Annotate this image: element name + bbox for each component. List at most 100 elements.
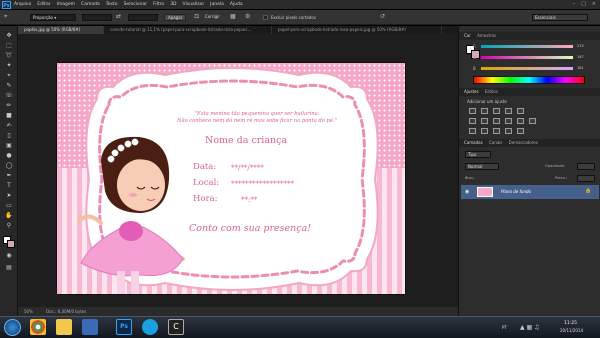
fill-field[interactable] <box>577 175 595 182</box>
history-brush-icon[interactable]: ✍ <box>4 122 14 130</box>
tray-icons[interactable]: ▲ ▦ ♫ <box>520 324 539 331</box>
visibility-eye-icon[interactable]: ◉ <box>465 189 469 195</box>
language-indicator[interactable]: PT <box>502 325 507 330</box>
photoshop-taskbar-icon[interactable]: Ps <box>116 319 132 335</box>
blue-slider[interactable] <box>481 67 573 70</box>
menu-3d[interactable]: 3D <box>170 2 176 7</box>
height-field[interactable] <box>128 14 158 21</box>
selective-color-icon[interactable] <box>505 128 512 134</box>
blue-value[interactable]: 181 <box>577 66 584 70</box>
tab-color[interactable]: Cor <box>464 33 471 38</box>
menu-filter[interactable]: Filtro <box>153 2 164 7</box>
color-ramp[interactable] <box>473 76 585 84</box>
close-icon[interactable]: × <box>592 1 596 7</box>
zoom-icon[interactable]: ⚲ <box>4 222 14 230</box>
crop-icon[interactable]: ⌖ <box>4 72 14 80</box>
clone-stamp-icon[interactable]: ■ <box>4 112 14 120</box>
tab-swatches[interactable]: Amostras <box>477 33 496 38</box>
clock-time[interactable]: 11:25 <box>564 321 577 326</box>
gradient-map-icon[interactable] <box>517 128 524 134</box>
layer-kind-filter[interactable]: Tipo <box>465 151 491 158</box>
eraser-icon[interactable]: ▯ <box>4 132 14 140</box>
blur-icon[interactable]: ● <box>4 152 14 160</box>
width-field[interactable] <box>82 14 112 21</box>
type-tool-icon[interactable]: T <box>4 182 14 190</box>
move-tool-icon[interactable]: ✥ <box>4 32 14 40</box>
maximize-icon[interactable]: □ <box>581 1 586 7</box>
zoom-level[interactable]: 50% <box>24 309 33 314</box>
photo-filter-icon[interactable] <box>505 118 512 124</box>
levels-icon[interactable] <box>481 108 488 114</box>
color-balance-icon[interactable] <box>481 118 488 124</box>
clear-button[interactable]: Apagar <box>164 14 187 21</box>
layer-name[interactable]: Plano de fundo <box>501 189 531 194</box>
tab-channels[interactable]: Canais <box>489 140 502 145</box>
settings-gear-icon[interactable]: ⚙ <box>245 13 250 20</box>
menu-view[interactable]: Visualizar <box>183 2 205 7</box>
tab-convite-tutorial[interactable]: convite-tutorial @ 11,1% (papel-para-scr… <box>104 26 272 34</box>
hue-saturation-icon[interactable] <box>469 118 476 124</box>
minimize-icon[interactable]: – <box>573 1 576 7</box>
menu-layer[interactable]: Camada <box>81 2 100 7</box>
tab-papeis[interactable]: papéis.jpg @ 50% (RGB/8#) <box>18 26 104 34</box>
eyedropper-icon[interactable]: ✎ <box>4 82 14 90</box>
red-value[interactable]: 215 <box>577 44 584 48</box>
green-slider[interactable] <box>481 56 573 59</box>
layer-row-background[interactable]: ◉ Plano de fundo 🔒 <box>461 185 599 199</box>
tab-adjustments[interactable]: Ajustes <box>464 89 479 94</box>
screen-mode-icon[interactable]: ▤ <box>4 264 14 272</box>
reset-icon[interactable]: ↺ <box>380 13 385 20</box>
red-slider[interactable] <box>481 45 573 48</box>
menu-help[interactable]: Ajuda <box>230 2 243 7</box>
threshold-icon[interactable] <box>493 128 500 134</box>
channel-mixer-icon[interactable] <box>517 118 524 124</box>
menu-type[interactable]: Texto <box>106 2 118 7</box>
menu-file[interactable]: Arquivo <box>14 2 31 7</box>
background-color-swatch[interactable] <box>7 240 15 248</box>
file-explorer-icon[interactable] <box>56 319 72 335</box>
swap-icon[interactable]: ⇄ <box>116 13 121 20</box>
exposure-icon[interactable] <box>505 108 512 114</box>
start-button-icon[interactable] <box>4 319 21 336</box>
crop-tool-icon[interactable]: ⌖ <box>4 13 7 21</box>
document-canvas[interactable]: "Esta menina tão pequenina quer ser bail… <box>56 62 406 295</box>
menu-edit[interactable]: Editar <box>37 2 50 7</box>
dodge-icon[interactable]: ◯ <box>4 162 14 170</box>
chrome-icon[interactable] <box>30 319 46 335</box>
gradient-icon[interactable]: ▣ <box>4 142 14 150</box>
opacity-field[interactable] <box>577 163 595 170</box>
tab-papel-scrapbook[interactable]: papel-para-scrapbook-listrado-rosa-papei… <box>272 26 442 34</box>
blend-mode-select[interactable]: Normal <box>465 163 499 170</box>
brightness-icon[interactable] <box>469 108 476 114</box>
lasso-tool-icon[interactable]: ➰ <box>4 52 14 60</box>
skype-icon[interactable] <box>142 319 158 335</box>
workspace-select[interactable]: Essenciais <box>532 14 588 21</box>
healing-brush-icon[interactable]: ☏ <box>4 92 14 100</box>
menu-select[interactable]: Selecionar <box>124 2 148 7</box>
tab-styles[interactable]: Estilos <box>485 89 498 94</box>
marquee-tool-icon[interactable]: ⬚ <box>4 42 14 50</box>
camtasia-icon[interactable]: C <box>168 319 184 335</box>
pen-icon[interactable]: ✒ <box>4 172 14 180</box>
brush-icon[interactable]: ✏ <box>4 102 14 110</box>
aspect-ratio-select[interactable]: Proporção ▾ <box>30 14 76 21</box>
shape-icon[interactable]: ▭ <box>4 202 14 210</box>
menu-window[interactable]: Janela <box>210 2 224 7</box>
grid-overlay-icon[interactable]: ▦ <box>230 13 236 20</box>
magic-wand-icon[interactable]: ✦ <box>4 62 14 70</box>
black-white-icon[interactable] <box>493 118 500 124</box>
straighten-icon[interactable]: ⚖ <box>194 13 199 20</box>
straighten-label[interactable]: Corrigir <box>202 14 223 21</box>
vibrance-icon[interactable] <box>517 108 524 114</box>
hand-icon[interactable]: ✋ <box>4 212 14 220</box>
green-value[interactable]: 167 <box>577 55 584 59</box>
clock-date[interactable]: 20/11/2014 <box>560 328 583 333</box>
delete-cropped-checkbox[interactable] <box>263 15 268 20</box>
tab-paths[interactable]: Demarcadores <box>509 140 538 145</box>
menu-image[interactable]: Imagem <box>57 2 75 7</box>
path-select-icon[interactable]: ➤ <box>4 192 14 200</box>
curves-icon[interactable] <box>493 108 500 114</box>
media-player-icon[interactable] <box>82 319 98 335</box>
color-lookup-icon[interactable] <box>529 118 536 124</box>
tab-layers[interactable]: Camadas <box>464 140 483 145</box>
